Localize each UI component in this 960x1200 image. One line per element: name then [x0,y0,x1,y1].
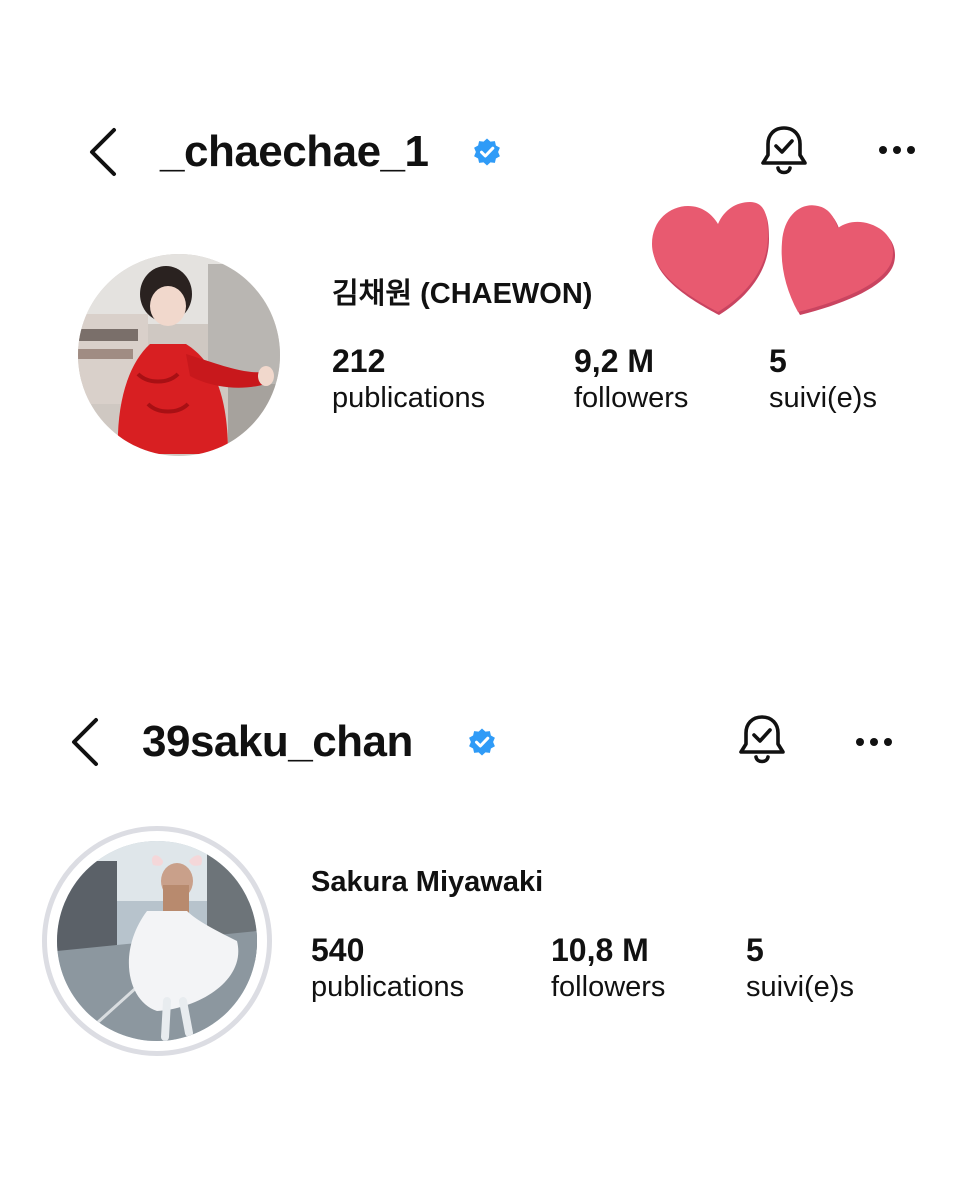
stat-followers[interactable]: 10,8 M followers [551,931,665,1005]
profile-avatar[interactable] [57,841,257,1041]
bell-check-icon[interactable] [758,124,810,180]
back-chevron-icon[interactable] [68,716,104,768]
stat-label: followers [574,382,689,414]
more-options-icon[interactable] [877,142,917,158]
stat-count: 212 [332,343,386,379]
stat-label: publications [311,971,465,1003]
stat-count: 540 [311,932,365,968]
more-options-icon[interactable] [854,734,894,750]
display-name: 김채원 (CHAEWON) [332,278,593,310]
stat-count: 5 [746,932,764,968]
stat-label: suivi(e)s [769,382,877,414]
profile-avatar[interactable] [78,254,280,456]
stat-label: publications [332,382,486,414]
stat-following[interactable]: 5 suivi(e)s [769,342,877,416]
stat-label: followers [551,971,666,1003]
verified-badge-icon [467,727,497,757]
display-name: Sakura Miyawaki [311,866,544,898]
stat-followers[interactable]: 9,2 M followers [574,342,688,416]
stat-count: 10,8 M [551,932,649,968]
stat-count: 5 [769,343,787,379]
bell-check-icon[interactable] [736,713,788,769]
stat-count: 9,2 M [574,343,655,379]
back-chevron-icon[interactable] [86,126,122,178]
username-title: 39saku_chan [142,717,413,766]
stat-label: suivi(e)s [746,971,854,1003]
stat-following[interactable]: 5 suivi(e)s [746,931,854,1005]
stat-publications[interactable]: 212 publications [332,342,485,416]
stat-publications[interactable]: 540 publications [311,931,464,1005]
two-hearts-sticker [648,200,900,320]
verified-badge-icon [472,137,502,167]
username-title: _chaechae_1 [160,127,429,176]
